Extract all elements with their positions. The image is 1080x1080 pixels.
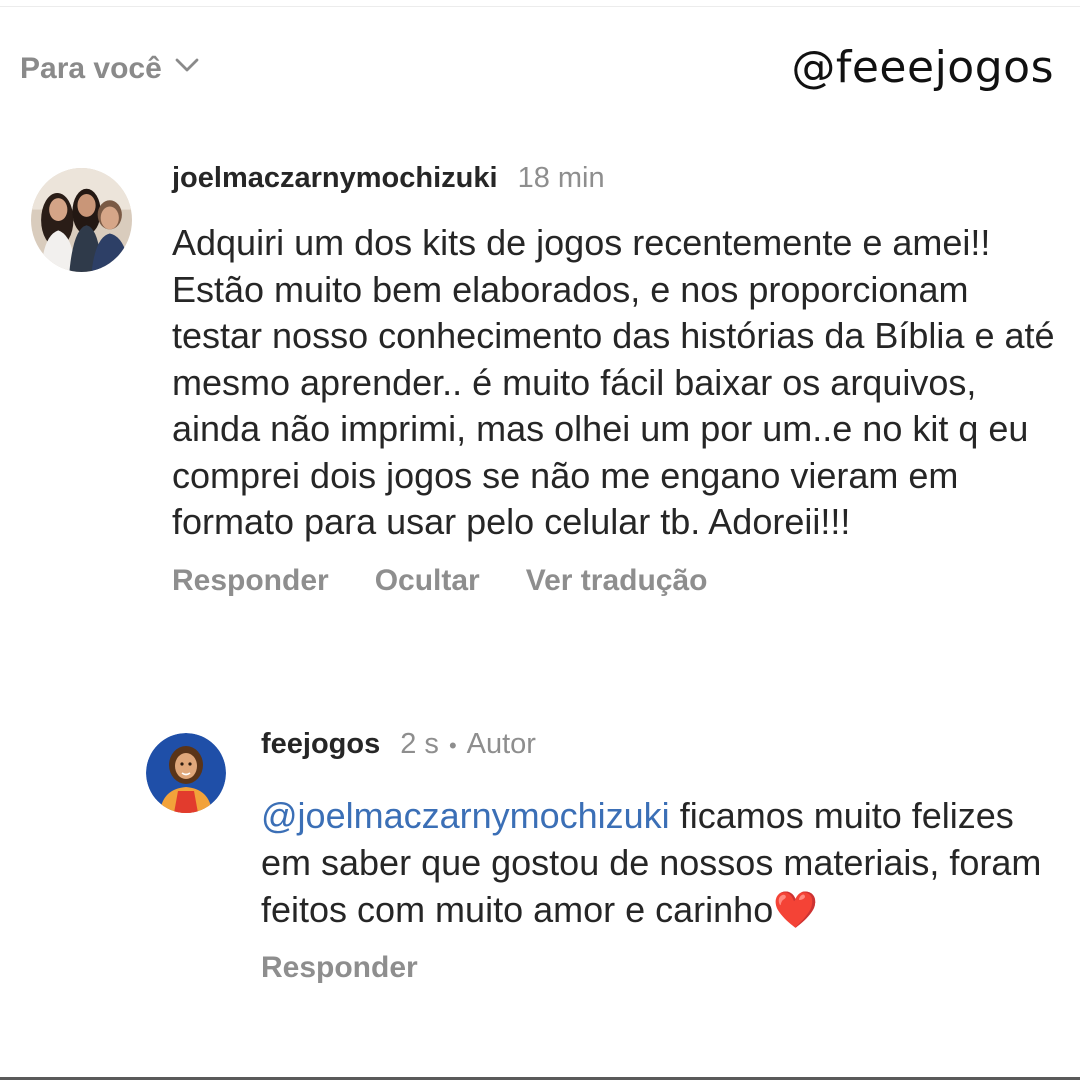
translate-button[interactable]: Ver tradução xyxy=(526,564,708,598)
reply-button[interactable]: Responder xyxy=(261,951,418,985)
top-divider xyxy=(0,6,1080,7)
comment-timestamp: 18 min xyxy=(517,162,605,194)
mention-link[interactable]: @joelmaczarnymochizuki xyxy=(261,795,670,836)
avatar[interactable] xyxy=(31,168,132,272)
hide-button[interactable]: Ocultar xyxy=(375,564,480,598)
filter-label: Para você xyxy=(20,52,162,85)
separator-dot: • xyxy=(448,733,457,758)
comment-username[interactable]: feejogos xyxy=(261,728,380,761)
comment: joelmaczarnymochizuki 18 min Adquiri um … xyxy=(172,162,1062,598)
author-badge: Autor xyxy=(466,728,536,760)
heart-icon: ❤️ xyxy=(773,889,819,930)
comment-actions: Responder Ocultar Ver tradução xyxy=(172,564,1062,598)
comment-username[interactable]: joelmaczarnymochizuki xyxy=(172,162,498,195)
feed-filter-dropdown[interactable]: Para você xyxy=(20,50,202,88)
comment-text: Adquiri um dos kits de jogos recentement… xyxy=(172,222,1055,542)
comment-header: joelmaczarnymochizuki 18 min xyxy=(172,162,1062,206)
watermark-handle: @feeejogos xyxy=(791,42,1054,93)
comment-actions: Responder xyxy=(261,951,1051,985)
comment-timestamp: 2 s xyxy=(400,728,439,760)
reply-comment: feejogos 2 s • Autor @joelmaczarnymochiz… xyxy=(261,728,1051,985)
reply-button[interactable]: Responder xyxy=(172,564,329,598)
chevron-down-icon xyxy=(172,50,202,88)
avatar[interactable] xyxy=(146,733,226,813)
comment-header: feejogos 2 s • Autor xyxy=(261,728,1051,772)
comment-text: @joelmaczarnymochizuki ficamos muito fel… xyxy=(261,792,1051,933)
